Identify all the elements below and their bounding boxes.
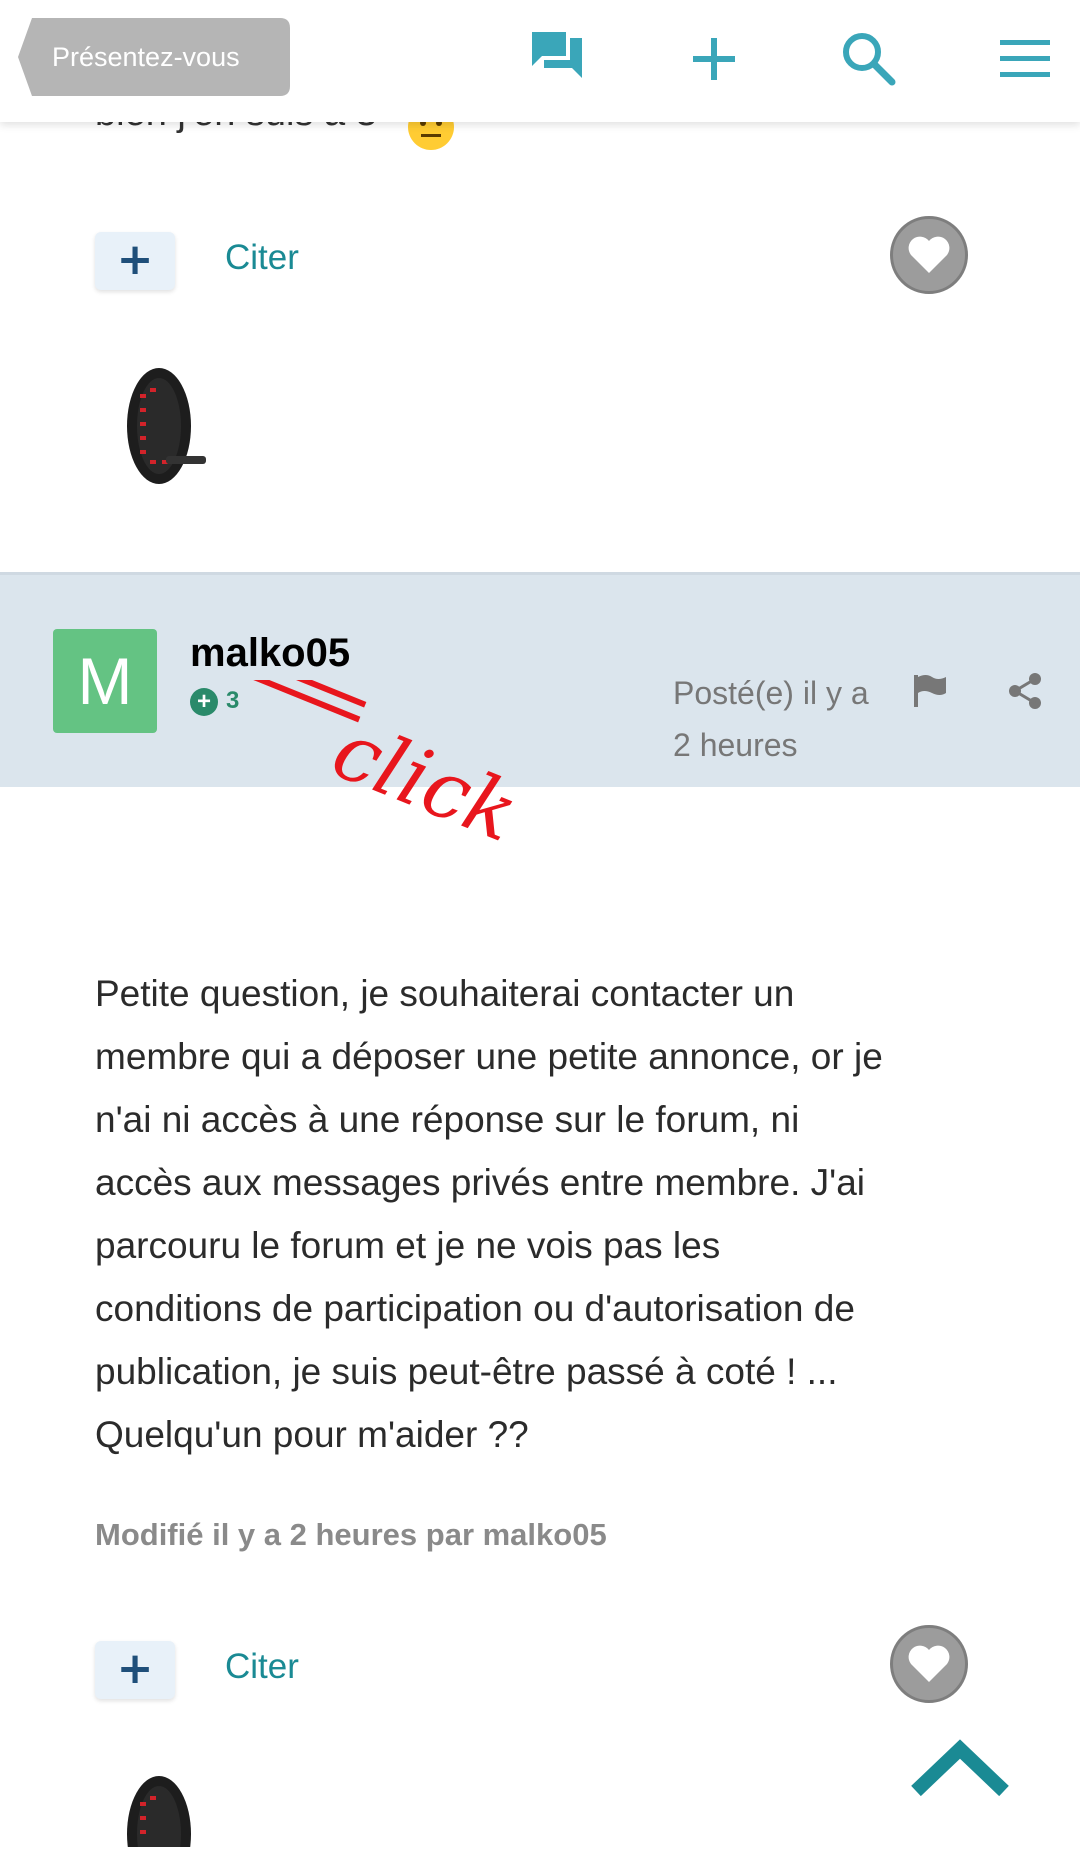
like-button[interactable]: [890, 216, 968, 294]
back-label: Présentez-vous: [52, 42, 240, 72]
scroll-to-top-button[interactable]: [910, 1735, 1010, 1809]
back-breadcrumb-button[interactable]: Présentez-vous: [18, 18, 290, 96]
report-flag-icon[interactable]: [910, 671, 950, 715]
signature-unicycle-image: [104, 360, 214, 494]
signature-unicycle-image: [104, 1768, 214, 1851]
author-name[interactable]: malko05: [190, 631, 350, 676]
post-body: Petite question, je souhaiterai contacte…: [95, 973, 883, 1455]
chevron-up-icon: [911, 1739, 1009, 1797]
plus-icon[interactable]: [681, 26, 747, 92]
like-button[interactable]: [890, 1625, 968, 1703]
heart-icon: [908, 236, 950, 273]
post-date: Posté(e) il y a 2 heures: [673, 675, 869, 763]
top-bar: Présentez-vous: [0, 0, 1080, 122]
search-icon[interactable]: [836, 26, 902, 92]
heart-icon: [908, 1645, 950, 1682]
quote-button[interactable]: Citer: [225, 238, 299, 278]
post-actions: + Citer: [95, 1625, 968, 1711]
share-icon[interactable]: [1005, 671, 1045, 715]
click-label: click: [320, 703, 520, 860]
add-multiquote-button[interactable]: +: [95, 1641, 175, 1699]
chat-icon[interactable]: [526, 26, 592, 92]
menu-icon[interactable]: [992, 26, 1058, 92]
add-multiquote-button[interactable]: +: [95, 232, 175, 290]
previous-post-actions: + Citer: [95, 216, 968, 302]
click-annotation: click: [120, 628, 531, 904]
quote-button[interactable]: Citer: [225, 1647, 299, 1687]
edited-note: Modifié il y a 2 heures par malko05: [95, 1517, 607, 1552]
